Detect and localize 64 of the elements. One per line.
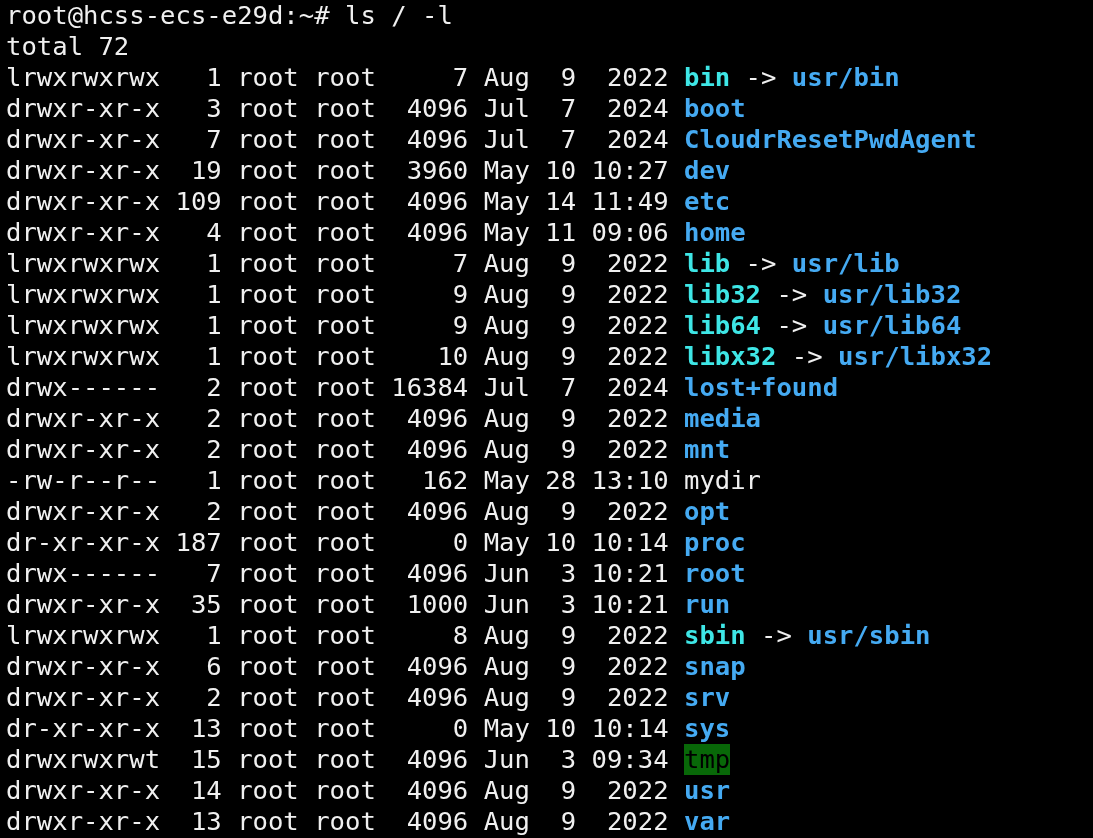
file-attributes: drwxr-xr-x 2 root root 4096 Aug 9 2022 <box>6 682 669 713</box>
link-arrow: -> <box>776 279 808 310</box>
file-attributes: drwxr-xr-x 2 root root 4096 Aug 9 2022 <box>6 496 669 527</box>
total-line: total 72 <box>6 31 130 62</box>
file-attributes: -rw-r--r-- 1 root root 162 May 28 13:10 <box>6 465 669 496</box>
file-name: mydir <box>683 465 761 496</box>
file-attributes: lrwxrwxrwx 1 root root 8 Aug 9 2022 <box>6 620 669 651</box>
file-name: snap <box>683 651 746 682</box>
file-name: libx32 <box>683 341 777 372</box>
link-arrow: -> <box>776 310 808 341</box>
file-attributes: drwxr-xr-x 7 root root 4096 Jul 7 2024 <box>6 124 669 155</box>
link-target: usr/libx32 <box>838 341 993 372</box>
file-attributes: drwxr-xr-x 14 root root 4096 Aug 9 2022 <box>6 775 669 806</box>
file-attributes: lrwxrwxrwx 1 root root 10 Aug 9 2022 <box>6 341 669 372</box>
file-attributes: lrwxrwxrwx 1 root root 9 Aug 9 2022 <box>6 310 669 341</box>
file-name: CloudrResetPwdAgent <box>683 124 977 155</box>
link-arrow: -> <box>761 620 792 651</box>
link-arrow: -> <box>791 341 823 372</box>
file-attributes: lrwxrwxrwx 1 root root 9 Aug 9 2022 <box>6 279 669 310</box>
file-name: srv <box>683 682 731 713</box>
file-attributes: dr-xr-xr-x 13 root root 0 May 10 10:14 <box>6 713 669 744</box>
file-name: lib <box>683 248 731 279</box>
file-attributes: drwxr-xr-x 35 root root 1000 Jun 3 10:21 <box>6 589 669 620</box>
file-attributes: drwxrwxrwt 15 root root 4096 Jun 3 09:34 <box>6 744 669 775</box>
file-attributes: drwxr-xr-x 109 root root 4096 May 14 11:49 <box>6 186 669 217</box>
link-target: usr/lib64 <box>822 310 962 341</box>
file-name: media <box>683 403 761 434</box>
file-attributes: lrwxrwxrwx 1 root root 7 Aug 9 2022 <box>6 248 669 279</box>
link-arrow: -> <box>745 62 777 93</box>
file-attributes: drwxr-xr-x 2 root root 4096 Aug 9 2022 <box>6 434 669 465</box>
file-attributes: lrwxrwxrwx 1 root root 7 Aug 9 2022 <box>6 62 669 93</box>
file-name: boot <box>683 93 746 124</box>
file-name: lost+found <box>683 372 839 403</box>
file-name: sbin <box>683 620 746 651</box>
file-name: run <box>683 589 731 620</box>
file-attributes: drwxr-xr-x 19 root root 3960 May 10 10:27 <box>6 155 669 186</box>
file-attributes: drwxr-xr-x 6 root root 4096 Aug 9 2022 <box>6 651 669 682</box>
link-arrow: -> <box>745 248 777 279</box>
file-name: tmp <box>683 744 731 775</box>
file-name: lib32 <box>683 279 761 310</box>
file-attributes: dr-xr-xr-x 187 root root 0 May 10 10:14 <box>6 527 669 558</box>
link-target: usr/bin <box>791 62 900 93</box>
file-name: sys <box>683 713 731 744</box>
file-name: etc <box>683 186 731 217</box>
link-target: usr/lib32 <box>822 279 962 310</box>
command-line: root@hcss-ecs-e29d:~# ls / -l <box>6 0 453 31</box>
link-target: usr/lib <box>791 248 900 279</box>
file-name: proc <box>683 527 746 558</box>
file-attributes: drwx------ 7 root root 4096 Jun 3 10:21 <box>6 558 669 589</box>
file-name: bin <box>683 62 731 93</box>
file-name: usr <box>683 775 731 806</box>
file-attributes: drwxr-xr-x 13 root root 4096 Aug 9 2022 <box>6 806 669 837</box>
file-name: root <box>683 558 746 589</box>
file-name: opt <box>683 496 731 527</box>
file-attributes: drwx------ 2 root root 16384 Jul 7 2024 <box>6 372 669 403</box>
file-name: dev <box>683 155 731 186</box>
file-name: mnt <box>683 434 731 465</box>
file-attributes: drwxr-xr-x 3 root root 4096 Jul 7 2024 <box>6 93 669 124</box>
link-target: usr/sbin <box>807 620 931 651</box>
file-attributes: drwxr-xr-x 2 root root 4096 Aug 9 2022 <box>6 403 669 434</box>
file-name: home <box>683 217 746 248</box>
file-attributes: drwxr-xr-x 4 root root 4096 May 11 09:06 <box>6 217 669 248</box>
file-name: lib64 <box>683 310 761 341</box>
file-name: var <box>683 806 731 837</box>
